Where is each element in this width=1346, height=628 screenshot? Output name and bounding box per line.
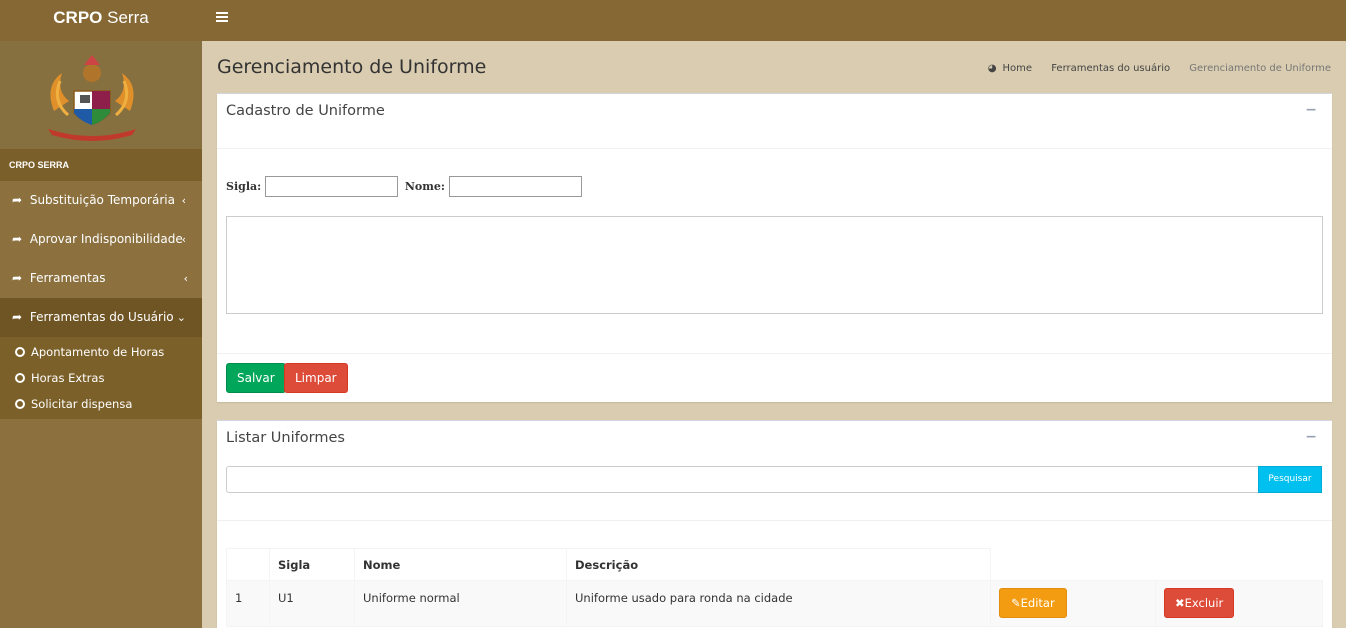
- sidebar-item-ferramentas-usuario[interactable]: ➦ Ferramentas do Usuário ⌄: [0, 298, 202, 337]
- share-arrow-icon: ➦: [12, 193, 23, 207]
- edit-icon: ✎: [1011, 596, 1021, 610]
- cell-delete: ✖Excluir: [1155, 580, 1323, 627]
- delete-button[interactable]: ✖Excluir: [1164, 588, 1235, 618]
- save-button[interactable]: Salvar: [226, 363, 286, 393]
- edit-button[interactable]: ✎Editar: [999, 588, 1067, 618]
- list-box: Listar Uniformes − Pesquisar Sigla Nome …: [217, 420, 1332, 628]
- chevron-left-icon: ‹: [181, 233, 186, 246]
- circle-icon: [15, 373, 25, 383]
- main-content: Gerenciamento de Uniforme ◕ Home Ferramen…: [202, 41, 1346, 628]
- page-title: Gerenciamento de Uniforme: [217, 56, 487, 78]
- dashboard-icon: ◕: [987, 63, 997, 74]
- cadastro-box-title: Cadastro de Uniforme: [226, 103, 385, 119]
- divider: [217, 520, 1332, 521]
- chevron-down-icon: ⌄: [176, 311, 186, 324]
- share-arrow-icon: ➦: [12, 232, 23, 246]
- col-header-sigla: Sigla: [269, 548, 355, 581]
- breadcrumb: ◕ Home Ferramentas do usuário Gerenciamen…: [972, 63, 1331, 74]
- col-header-descricao: Descrição: [566, 548, 991, 581]
- sidebar-subitem-dispensa[interactable]: Solicitar dispensa: [0, 391, 202, 417]
- circle-icon: [15, 399, 25, 409]
- sidebar-subitem-horas-extras[interactable]: Horas Extras: [0, 365, 202, 391]
- col-header-num: [226, 548, 270, 581]
- col-header-edit: [990, 548, 1156, 581]
- brand-logo[interactable]: CRPO Serra: [0, 0, 202, 41]
- cell-num: 1: [226, 580, 270, 627]
- sidebar-submenu: Apontamento de Horas Horas Extras Solici…: [0, 337, 202, 419]
- col-header-delete: [1155, 548, 1323, 581]
- descricao-textarea[interactable]: [226, 216, 1323, 314]
- search-input[interactable]: [226, 466, 1259, 493]
- cadastro-box-footer: Salvar Limpar: [217, 353, 1332, 403]
- close-icon: ✖: [1175, 596, 1185, 610]
- breadcrumb-ferramentas[interactable]: Ferramentas do usuário: [1051, 63, 1170, 74]
- clear-button[interactable]: Limpar: [284, 363, 348, 393]
- table-header-row: Sigla Nome Descrição: [226, 548, 1323, 581]
- cell-edit: ✎Editar: [990, 580, 1156, 627]
- top-navbar: CRPO Serra: [0, 0, 1346, 41]
- list-box-title: Listar Uniformes: [226, 430, 345, 446]
- nome-label: Nome:: [404, 180, 445, 193]
- table-row: 1 U1 Uniforme normal Uniforme usado para…: [226, 580, 1323, 627]
- sidebar-item-ferramentas-admin[interactable]: ➦ Ferramentas administrativas ‹: [0, 259, 202, 324]
- sidebar-item-substituicao[interactable]: ➦ Substituição Temporária ‹: [0, 181, 202, 220]
- chevron-left-icon: ‹: [183, 272, 188, 285]
- sigla-label: Sigla:: [226, 180, 262, 193]
- sigla-nome-row: Sigla: Nome:: [226, 176, 585, 197]
- cell-descricao: Uniforme usado para ronda na cidade: [566, 580, 991, 627]
- share-arrow-icon: ➦: [12, 271, 23, 285]
- uniform-table: Sigla Nome Descrição 1 U1 Uniforme norma…: [226, 548, 1323, 627]
- coat-of-arms-icon: [48, 55, 136, 141]
- crest-area: [0, 41, 202, 149]
- sigla-input[interactable]: [265, 176, 399, 197]
- chevron-left-icon: ‹: [181, 194, 186, 207]
- sidebar-item-aprovar[interactable]: ➦ Aprovar Indisponibilidade ‹: [0, 220, 202, 259]
- share-arrow-icon: ➦: [12, 310, 23, 324]
- cell-nome: Uniforme normal: [354, 580, 567, 627]
- sidebar-subitem-apontamento[interactable]: Apontamento de Horas: [0, 339, 202, 365]
- breadcrumb-home[interactable]: Home: [1003, 63, 1033, 74]
- collapse-icon[interactable]: −: [1305, 102, 1317, 118]
- menu-toggle-icon[interactable]: [216, 12, 228, 22]
- search-button[interactable]: Pesquisar: [1258, 466, 1322, 493]
- nome-input[interactable]: [448, 176, 582, 197]
- sidebar-header: CRPO SERRA: [0, 149, 202, 181]
- sidebar: CRPO SERRA ➦ Substituição Temporária ‹ ➦…: [0, 41, 202, 628]
- circle-icon: [15, 347, 25, 357]
- breadcrumb-current: Gerenciamento de Uniforme: [1189, 63, 1331, 74]
- cell-sigla: U1: [269, 580, 355, 627]
- col-header-nome: Nome: [354, 548, 567, 581]
- collapse-icon[interactable]: −: [1305, 429, 1317, 445]
- cadastro-box: Cadastro de Uniforme − Sigla: Nome: Salv…: [217, 93, 1332, 402]
- cadastro-box-header: Cadastro de Uniforme −: [217, 94, 1332, 149]
